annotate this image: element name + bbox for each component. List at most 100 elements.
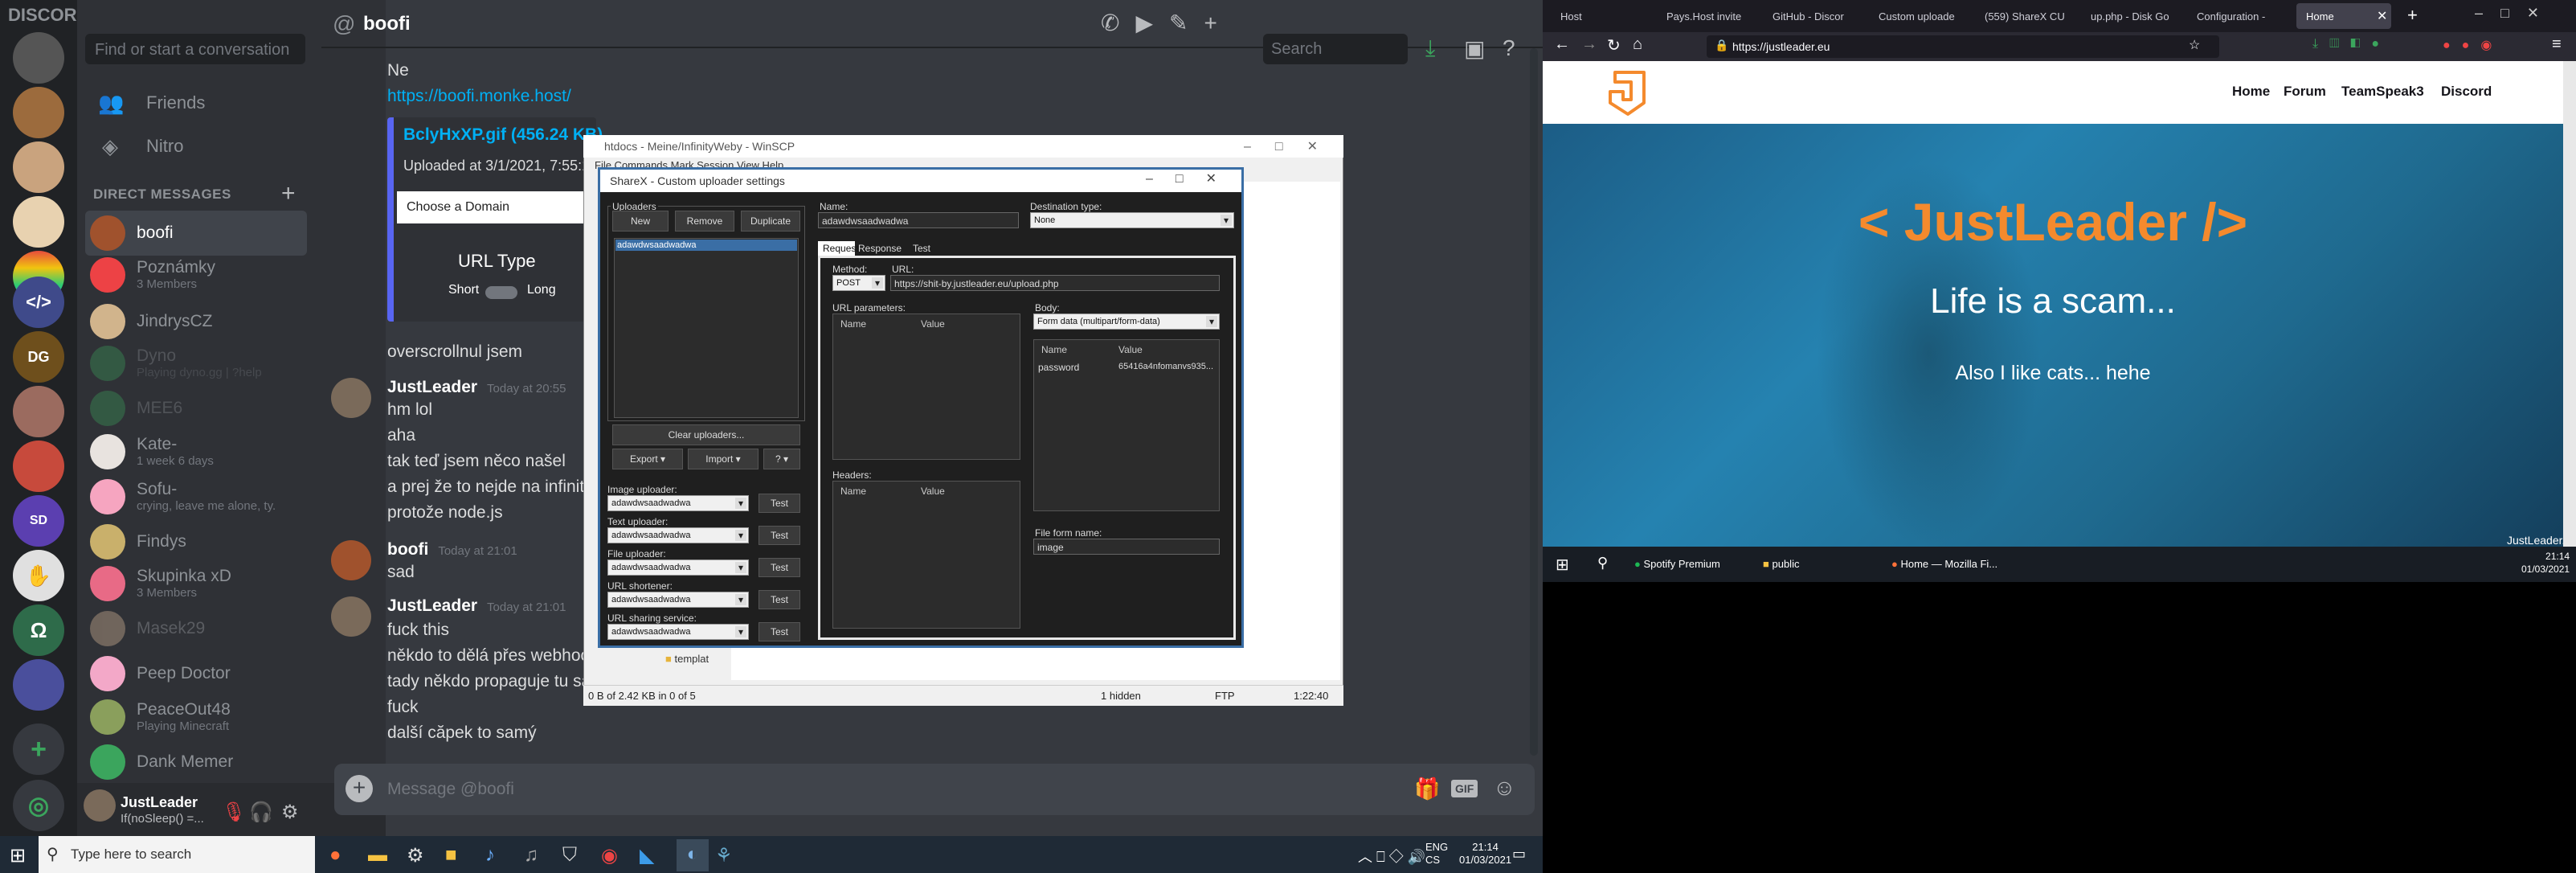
author-name[interactable]: boofi	[387, 540, 428, 559]
lock-icon[interactable]: 🔒	[1715, 39, 1728, 52]
body-row-name[interactable]: password	[1038, 362, 1079, 373]
tab-response[interactable]: Response	[858, 243, 902, 254]
dm-item[interactable]: Poznámky 3 Members	[85, 252, 307, 297]
test-button[interactable]: Test	[758, 622, 800, 641]
clear-uploaders-button[interactable]: Clear uploaders...	[612, 424, 800, 445]
download-icon[interactable]: ⤓	[1425, 35, 1435, 62]
text-uploader-select[interactable]: adawdwsaadwadwa	[607, 527, 749, 543]
taskbar-item[interactable]: ● Home — Mozilla Fi...	[1891, 547, 1997, 582]
server-icon[interactable]	[13, 659, 64, 711]
emoji-icon[interactable]: ☺	[1493, 775, 1516, 801]
url-input[interactable]: https://shit-by.justleader.eu/upload.php	[890, 275, 1220, 291]
dm-item[interactable]: Masek29	[85, 606, 307, 651]
tray-icons[interactable]: ︿ ⎕ ◇ 🔊	[1358, 846, 1425, 867]
extension-icons[interactable]: ●●◉	[2443, 37, 2503, 53]
headers-table[interactable]	[832, 481, 1020, 629]
video-icon[interactable]: ▶	[1135, 10, 1169, 35]
dm-item[interactable]: Peep Doctor	[85, 651, 307, 696]
header-search-input[interactable]: Search	[1263, 34, 1408, 64]
image-uploader-select[interactable]: adawdwsaadwadwa	[607, 495, 749, 511]
gif-icon[interactable]: GIF	[1451, 780, 1478, 797]
notification-icon[interactable]: ▭	[1512, 846, 1526, 863]
vscode-icon[interactable]: ◣	[640, 844, 654, 867]
taskbar-item[interactable]: ● Spotify Premium	[1634, 547, 1720, 582]
new-button[interactable]: New	[612, 211, 669, 232]
remote-clock[interactable]: 21:14 01/03/2021	[2521, 550, 2570, 576]
gift-icon[interactable]: 🎁	[1414, 777, 1440, 801]
test-button[interactable]: Test	[758, 558, 800, 577]
app-icon[interactable]: ♫	[524, 844, 538, 867]
headphones-icon[interactable]: 🎧	[249, 801, 273, 824]
nav-friends[interactable]: 👥 Friends	[93, 82, 374, 124]
folder-icon[interactable]: ■	[445, 844, 457, 867]
server-icon[interactable]: SD	[13, 495, 64, 547]
help-icon[interactable]: ?	[1503, 35, 1515, 61]
app-icon[interactable]: ◉	[601, 844, 618, 867]
url-sharing-select[interactable]: adawdwsaadwadwa	[607, 624, 749, 640]
destination-type-select[interactable]: None	[1030, 212, 1234, 228]
help-button[interactable]: ? ▾	[763, 449, 800, 469]
server-icon[interactable]: DG	[13, 331, 64, 383]
create-dm-plus-icon[interactable]: +	[281, 180, 296, 207]
duplicate-button[interactable]: Duplicate	[741, 211, 800, 232]
name-input[interactable]: adawdwsaadwadwa	[818, 212, 1019, 228]
message-input[interactable]	[334, 764, 1535, 815]
attach-plus-icon[interactable]: +	[346, 775, 373, 802]
browser-tab[interactable]: up.php - Disk Go	[2081, 3, 2187, 29]
mic-muted-icon[interactable]: 🎙	[222, 801, 246, 824]
file-uploader-select[interactable]: adawdwsaadwadwa	[607, 559, 749, 576]
dm-item[interactable]: Findys	[85, 519, 307, 564]
file-form-input[interactable]: image	[1033, 539, 1220, 555]
tab-test[interactable]: Test	[913, 243, 930, 254]
url-bar[interactable]: https://justleader.eu	[1707, 35, 2219, 58]
call-icon[interactable]: ✆	[1101, 10, 1135, 35]
site-logo[interactable]	[1604, 68, 1652, 117]
window-controls[interactable]: –□✕	[1146, 170, 1239, 186]
message-author[interactable]: boofi Today at 21:01	[387, 540, 517, 559]
message-author[interactable]: JustLeader Today at 20:55	[387, 378, 566, 397]
dm-item[interactable]: Dyno Playing dyno.gg | ?help	[85, 341, 307, 386]
dm-item[interactable]: Kate- 1 week 6 days	[85, 429, 307, 474]
taskbar-item[interactable]: ■ public	[1763, 547, 1799, 582]
winscp-folder[interactable]: ■ templat	[665, 653, 709, 665]
body-select[interactable]: Form data (multipart/form-data)	[1033, 314, 1220, 330]
embed-file[interactable]: BclyHxXP.gif (456.24 KB)	[403, 125, 603, 145]
winscp-icon[interactable]: ◐	[677, 839, 709, 871]
test-button[interactable]: Test	[758, 526, 800, 545]
pin-icon[interactable]: ✎	[1169, 10, 1204, 35]
embed-domain-select[interactable]: Choose a Domain	[397, 191, 598, 223]
page-scrollbar[interactable]	[2563, 61, 2576, 547]
server-icon[interactable]	[13, 441, 64, 492]
site-nav-home[interactable]: Home	[2232, 84, 2270, 100]
user-avatar[interactable]	[84, 789, 116, 822]
url-shortener-select[interactable]: adawdwsaadwadwa	[607, 592, 749, 608]
settings-gear-icon[interactable]: ⚙	[407, 844, 424, 867]
site-nav-forum[interactable]: Forum	[2284, 84, 2326, 100]
remove-button[interactable]: Remove	[675, 211, 734, 232]
chat-scrollbar[interactable]	[1530, 48, 1538, 756]
forward-icon[interactable]: →	[1581, 35, 1597, 54]
browser-tab[interactable]: Configuration -	[2187, 3, 2293, 29]
window-controls[interactable]: –□✕	[2475, 5, 2557, 22]
author-avatar[interactable]	[331, 596, 371, 637]
export-button[interactable]: Export ▾	[612, 449, 683, 469]
inbox-icon[interactable]: ▣	[1464, 35, 1485, 62]
close-tab-icon[interactable]: ✕	[2377, 8, 2387, 24]
dm-item[interactable]: Sofu-crying, leave me alone, ty.	[85, 474, 307, 519]
back-icon[interactable]: ←	[1554, 35, 1570, 54]
start-windows-icon[interactable]: ⊞	[1556, 555, 1569, 575]
add-server-icon[interactable]: +	[13, 723, 64, 775]
menu-hamburger-icon[interactable]: ≡	[2552, 35, 2562, 54]
browser-tab[interactable]: Host	[1551, 3, 1657, 29]
author-name[interactable]: JustLeader	[387, 378, 477, 396]
server-icon[interactable]	[13, 196, 64, 248]
test-button[interactable]: Test	[758, 590, 800, 609]
settings-gear-icon[interactable]: ⚙	[281, 801, 299, 824]
site-nav-teamspeak[interactable]: TeamSpeak3	[2341, 84, 2424, 100]
server-icon[interactable]	[13, 386, 64, 437]
dm-item[interactable]: JindrysCZ	[85, 299, 307, 344]
app-icon[interactable]: ♪	[485, 844, 495, 867]
dm-item[interactable]: Skupinka xD 3 Members	[85, 561, 307, 606]
browser-tab[interactable]: GitHub - Discor	[1763, 3, 1869, 29]
taskbar-search-input[interactable]: Type here to search	[39, 836, 315, 873]
